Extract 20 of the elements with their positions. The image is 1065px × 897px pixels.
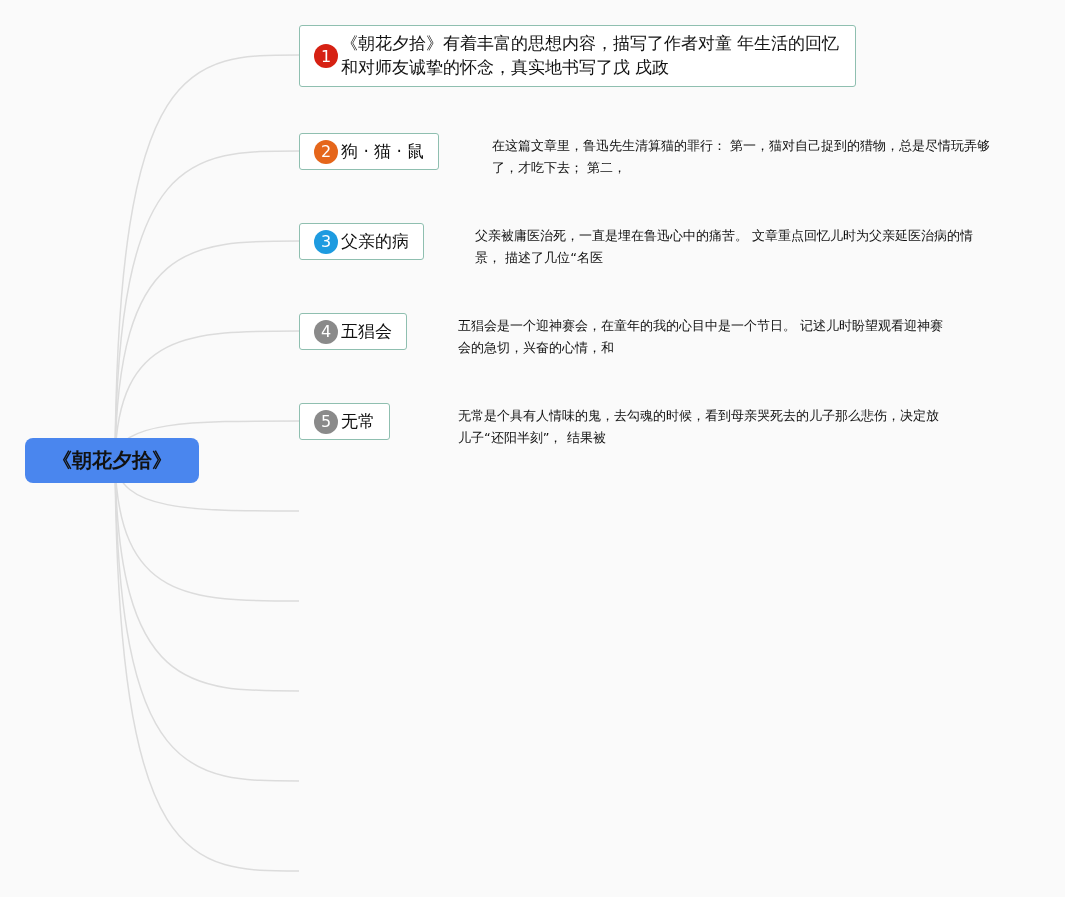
- topic-title: 狗 · 猫 · 鼠: [341, 140, 425, 163]
- topic-node[interactable]: 5 无常: [299, 403, 390, 440]
- topic-title: 《朝花夕拾》有着丰富的思想内容，描写了作者对童 年生活的回忆和对师友诚挚的怀念，真实地书写了戊 戌政: [341, 33, 841, 79]
- root-topic[interactable]: 《朝花夕拾》: [25, 438, 199, 483]
- topic-note: 在这篇文章里，鲁迅先生清算猫的罪行： 第一，猫对自己捉到的猎物，总是尽情玩弄够了，才吃下去； 第二，: [492, 137, 992, 177]
- number-badge: 4: [314, 319, 338, 344]
- number-badge: 3: [314, 229, 338, 254]
- topic-node[interactable]: 1 《朝花夕拾》有着丰富的思想内容，描写了作者对童 年生活的回忆和对师友诚挚的怀念，真实地书写了戊 戌政: [299, 25, 856, 87]
- topic-title: 父亲的病: [341, 230, 409, 253]
- topic-note: 五猖会是一个迎神赛会，在童年的我的心目中是一个节日。 记述儿时盼望观看迎神赛会的急切，兴奋的心情，和: [458, 317, 945, 357]
- number-badge: 5: [314, 409, 338, 434]
- topic-note: 无常是个具有人情味的鬼，去勾魂的时候，看到母亲哭死去的儿子那么悲伤，决定放儿子“还阳半刻”， 结果被: [458, 407, 940, 447]
- topic-node[interactable]: 2 狗 · 猫 · 鼠: [299, 133, 440, 170]
- number-badge: 2: [314, 139, 338, 164]
- topic-title: 无常: [341, 410, 375, 433]
- topic-node[interactable]: 4 五猖会: [299, 313, 407, 350]
- topic-note: 父亲被庸医治死，一直是埋在鲁迅心中的痛苦。 文章重点回忆儿时为父亲延医治病的情景， 描述了几位“名医: [475, 227, 975, 267]
- topic-node[interactable]: 3 父亲的病: [299, 223, 424, 260]
- number-badge: 1: [314, 44, 338, 68]
- topic-title: 五猖会: [341, 320, 392, 343]
